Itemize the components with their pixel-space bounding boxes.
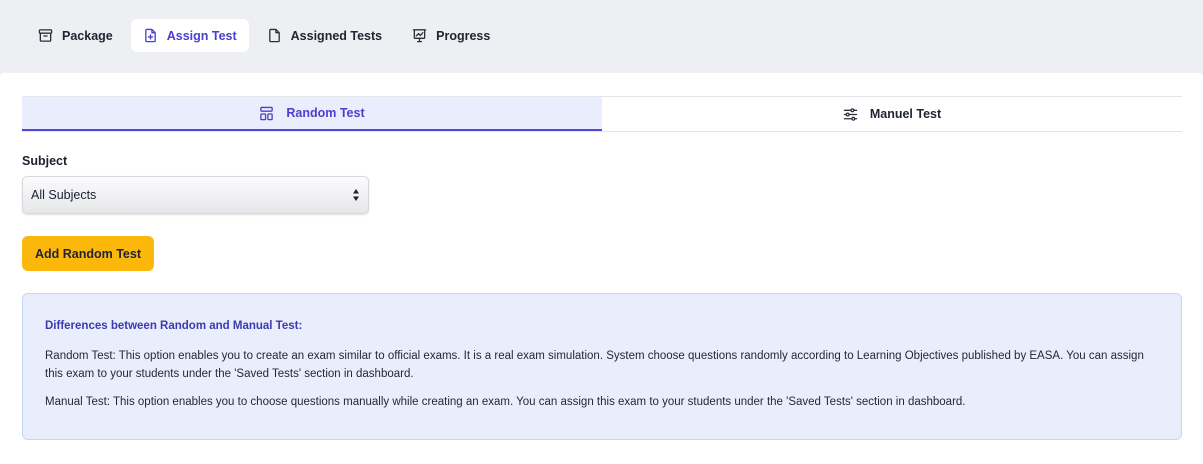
file-icon bbox=[268, 28, 280, 43]
subject-select-value: All Subjects bbox=[31, 188, 97, 202]
presentation-chart-icon bbox=[412, 29, 427, 43]
subject-select[interactable]: All Subjects bbox=[22, 176, 369, 214]
nav-tab-label: Assign Test bbox=[166, 28, 237, 43]
nav-tab-label: Assigned Tests bbox=[290, 28, 383, 43]
info-box: Differences between Random and Manual Te… bbox=[22, 293, 1182, 440]
main-nav: Package Assign Test Assigned Tests Progr… bbox=[26, 19, 502, 52]
add-random-test-button[interactable]: Add Random Test bbox=[22, 236, 154, 271]
file-plus-icon bbox=[144, 28, 156, 43]
nav-tab-assigned-tests[interactable]: Assigned Tests bbox=[255, 19, 394, 52]
info-title: Differences between Random and Manual Te… bbox=[45, 320, 303, 332]
tab-label: Random Test bbox=[286, 106, 365, 120]
archive-icon bbox=[38, 29, 53, 42]
test-type-tabs: Random Test Manuel Test bbox=[22, 96, 1182, 132]
info-random-text: Random Test: This option enables you to … bbox=[45, 350, 1144, 380]
select-arrows-icon bbox=[353, 189, 359, 201]
assign-test-panel: Random Test Manuel Test Subject All Subj… bbox=[0, 73, 1203, 464]
top-navigation-bar: Package Assign Test Assigned Tests Progr… bbox=[0, 0, 1203, 73]
tab-manuel-test[interactable]: Manuel Test bbox=[602, 97, 1182, 131]
info-manual-text: Manual Test: This option enables you to … bbox=[45, 396, 966, 408]
subject-label: Subject bbox=[22, 154, 68, 168]
tab-random-test[interactable]: Random Test bbox=[22, 97, 602, 131]
nav-tab-label: Package bbox=[62, 28, 113, 43]
nav-tab-package[interactable]: Package bbox=[26, 19, 125, 52]
layout-icon bbox=[260, 106, 274, 120]
nav-tab-assign-test[interactable]: Assign Test bbox=[130, 19, 249, 52]
tab-label: Manuel Test bbox=[869, 107, 942, 121]
sliders-icon bbox=[843, 107, 858, 121]
nav-tab-progress[interactable]: Progress bbox=[400, 19, 502, 52]
nav-tab-label: Progress bbox=[436, 28, 491, 43]
